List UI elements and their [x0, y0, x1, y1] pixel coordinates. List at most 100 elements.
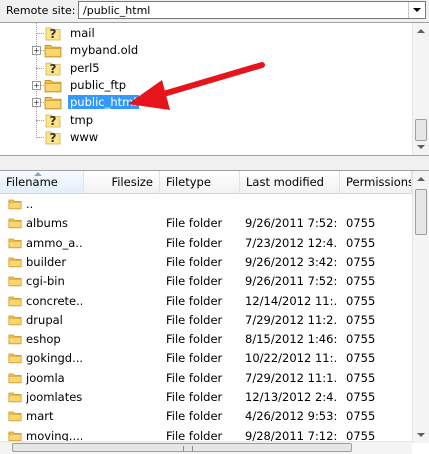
dropdown-arrow-icon[interactable] [408, 2, 425, 18]
remote-directory-tree[interactable]: ? mail + myband.old? perl5 + public_ftp + public… [0, 22, 429, 156]
cell-type: File folder [166, 235, 223, 250]
table-row[interactable]: gokingd... File folder 10/22/2012 11:... 07… [0, 349, 412, 368]
column-header-label: Filename [6, 175, 58, 189]
table-row[interactable]: joomla File folder 7/29/2012 11:1... 0755 [0, 369, 412, 388]
scroll-down-arrow-icon[interactable] [413, 427, 429, 443]
cell-name: cgi-bin [26, 274, 65, 289]
folder-icon [8, 429, 22, 442]
cell-perms: 0755 [346, 235, 376, 250]
remote-site-label: Remote site: [6, 4, 76, 17]
column-header-last-modified[interactable]: Last modified [240, 171, 340, 193]
cell-type: File folder [166, 332, 223, 347]
folder-icon [8, 390, 22, 403]
remote-path-value[interactable]: /public_html [83, 4, 150, 17]
table-row[interactable]: ammo_a... File folder 7/23/2012 12:4... 075… [0, 234, 412, 253]
column-header-filename[interactable]: Filename [0, 171, 84, 193]
tree-item-www[interactable]: ? www [36, 129, 244, 146]
folder-icon [8, 409, 22, 422]
scroll-thumb[interactable] [415, 119, 427, 141]
cell-perms: 0755 [346, 390, 376, 404]
cell-type: File folder [166, 293, 223, 308]
table-row[interactable]: albums File folder 9/26/2011 7:52:... 0755 [0, 214, 412, 233]
cell-perms: 0755 [346, 216, 376, 231]
table-row[interactable]: concrete... File folder 12/14/2012 11:... 0… [0, 292, 412, 311]
cell-perms: 0755 [346, 332, 376, 347]
horizontal-scroll-thumb[interactable] [12, 443, 352, 452]
cell-modified: 10/22/2012 11:... [245, 351, 337, 366]
tree-item-public-html[interactable]: + public_html [32, 94, 244, 111]
cell-name: mart [26, 409, 54, 424]
file-list-header: Filename Filesize Filetype Last modified Per… [0, 171, 412, 194]
svg-text:?: ? [50, 131, 57, 145]
tree-item-label[interactable]: myband.old [68, 43, 140, 57]
cell-perms: 0755 [346, 312, 376, 327]
cell-name: ammo_a... [26, 235, 82, 250]
folder-icon [8, 197, 22, 210]
folder-icon [8, 236, 22, 249]
cell-name: builder [26, 254, 67, 269]
tree-item-public-ftp[interactable]: + public_ftp [32, 77, 244, 94]
folder-icon [8, 371, 22, 384]
column-header-filetype[interactable]: Filetype [160, 171, 240, 193]
question-folder-icon: ? [44, 60, 62, 76]
expand-toggle-icon[interactable]: + [32, 98, 41, 108]
tree-vertical-scrollbar[interactable] [412, 23, 429, 155]
cell-modified: 9/26/2012 3:42:... [245, 254, 337, 269]
cell-modified: 12/13/2012 2:4... [245, 390, 337, 404]
tree-item-label[interactable]: tmp [68, 113, 95, 127]
sort-ascending-icon [34, 172, 42, 176]
folder-icon [8, 255, 22, 268]
tree-item-tmp[interactable]: ? tmp [36, 112, 244, 129]
folder-icon [8, 274, 22, 287]
expand-toggle-icon[interactable]: + [32, 46, 41, 56]
table-row[interactable]: drupal File folder 7/29/2012 11:2... 0755 [0, 311, 412, 330]
cell-name: .. [26, 197, 34, 211]
cell-name: joomla [26, 370, 65, 385]
question-folder-icon: ? [44, 25, 62, 41]
cell-name: joomlatest [26, 390, 82, 404]
column-header-filesize[interactable]: Filesize [84, 171, 160, 193]
scroll-up-arrow-icon[interactable] [413, 23, 429, 39]
tree-item-myband-old[interactable]: + myband.old [32, 42, 244, 59]
remote-file-list[interactable]: Filename Filesize Filetype Last modified Per… [0, 170, 429, 454]
column-header-permissions[interactable]: Permissions [340, 171, 412, 193]
cell-modified: 12/14/2012 11:... [245, 293, 337, 308]
cell-perms: 0755 [346, 293, 376, 308]
tree-item-perl5[interactable]: ? perl5 [36, 60, 244, 77]
cell-type: File folder [166, 254, 223, 269]
cell-type: File folder [166, 351, 223, 366]
svg-text:?: ? [50, 62, 57, 76]
table-row[interactable]: cgi-bin File folder 9/26/2011 7:52:... 0755 [0, 272, 412, 291]
cell-name: concrete... [26, 293, 82, 308]
cell-perms: 0755 [346, 254, 376, 269]
remote-path-combobox[interactable]: /public_html [78, 1, 426, 19]
table-row[interactable]: builder File folder 9/26/2012 3:42:... 0755 [0, 253, 412, 272]
folder-icon [44, 77, 62, 93]
scroll-up-arrow-icon[interactable] [413, 171, 429, 187]
tree-item-label[interactable]: public_html [68, 95, 139, 110]
table-row[interactable]: joomlatest File folder 12/13/2012 2:4... 07… [0, 388, 412, 407]
tree-item-mail[interactable]: ? mail [36, 25, 244, 42]
cell-perms: 0755 [346, 409, 376, 424]
cell-modified: 9/26/2011 7:52:... [245, 274, 337, 289]
file-list-horizontal-scrollbar[interactable] [0, 441, 412, 454]
tree-item-label[interactable]: www [68, 130, 100, 144]
scroll-thumb[interactable] [415, 189, 427, 235]
cell-perms: 0755 [346, 370, 376, 385]
table-row[interactable]: mart File folder 4/26/2012 9:53:... 0755 [0, 407, 412, 426]
tree-item-label[interactable]: perl5 [68, 61, 102, 75]
cell-name: eshop [26, 332, 61, 347]
tree-item-label[interactable]: public_ftp [68, 78, 128, 92]
table-row[interactable]: eshop File folder 8/15/2012 1:46:... 0755 [0, 330, 412, 349]
folder-icon [8, 294, 22, 307]
cell-modified: 9/26/2011 7:52:... [245, 216, 337, 231]
cell-name: gokingd... [26, 351, 82, 366]
expand-toggle-icon[interactable]: + [32, 80, 41, 90]
scroll-down-arrow-icon[interactable] [413, 139, 429, 155]
cell-modified: 4/26/2012 9:53:... [245, 409, 337, 424]
file-list-vertical-scrollbar[interactable] [412, 171, 429, 443]
folder-icon [8, 313, 22, 326]
table-row[interactable]: .. [0, 195, 412, 214]
tree-item-label[interactable]: mail [68, 26, 97, 40]
cell-modified: 7/29/2012 11:1... [245, 370, 337, 385]
